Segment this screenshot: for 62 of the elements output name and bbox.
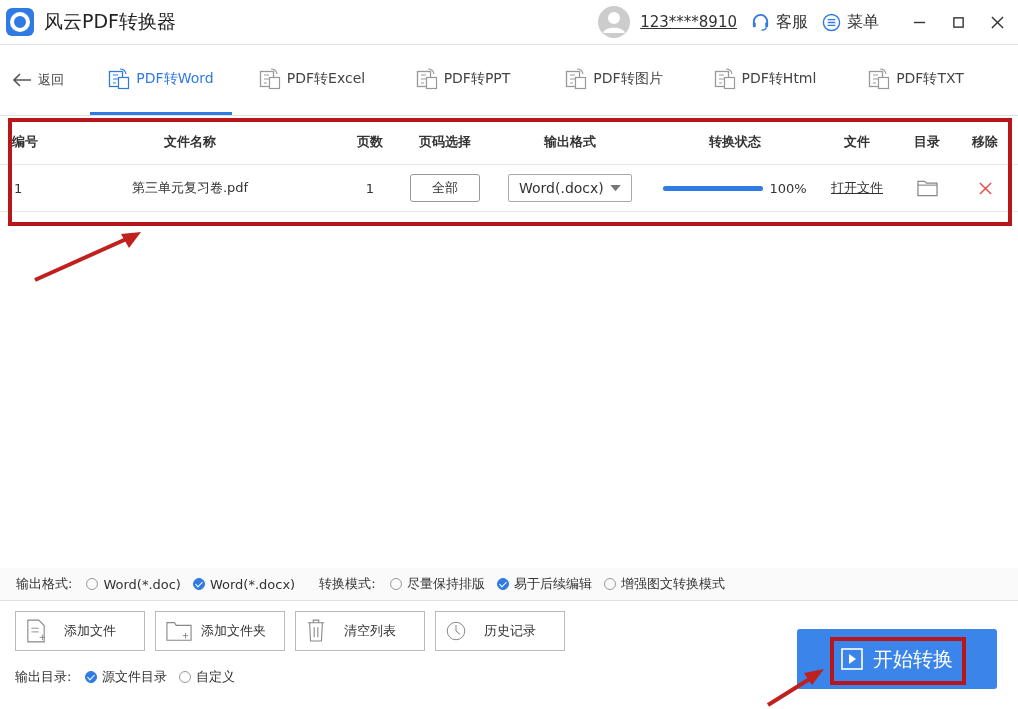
close-icon[interactable] — [991, 15, 1004, 29]
output-directory-label: 输出目录: — [15, 668, 72, 686]
headset-icon — [751, 12, 770, 32]
menu-icon — [822, 12, 841, 32]
back-button[interactable]: 返回 — [12, 45, 64, 115]
directory-radio[interactable]: 自定义 — [179, 668, 236, 686]
clock-icon — [446, 619, 466, 643]
option-radio[interactable]: 尽量保持排版 — [389, 575, 485, 593]
play-icon — [841, 648, 863, 670]
table-cell-text: 1 — [364, 180, 376, 196]
folder-icon[interactable] — [916, 179, 938, 197]
option-label: 输出格式: — [16, 575, 73, 593]
user-account-link[interactable]: 123****8910 — [640, 13, 737, 31]
table-cell-text: 第三单元复习卷.pdf — [130, 179, 250, 197]
open-file-link[interactable]: 打开文件 — [831, 179, 883, 197]
maximize-icon[interactable] — [952, 15, 965, 29]
conversion-tab[interactable]: PDF转Html — [694, 45, 836, 115]
back-arrow-icon — [12, 72, 32, 88]
document-icon — [108, 67, 131, 90]
column-header: 文件名称 — [163, 133, 217, 151]
format-dropdown[interactable]: Word(.docx) — [508, 174, 632, 202]
column-header: 移除 — [971, 133, 999, 151]
action-button[interactable]: 历史记录 — [435, 611, 565, 651]
document-icon — [713, 67, 736, 90]
conversion-tab[interactable]: PDF转Excel — [241, 45, 383, 115]
column-header: 页数 — [356, 133, 384, 151]
pointer-arrow — [766, 667, 826, 707]
app-title: 风云PDF转换器 — [44, 9, 177, 34]
column-header: 编号 — [11, 133, 39, 151]
option-radio[interactable]: 增强图文转换模式 — [603, 575, 725, 593]
remove-icon[interactable] — [978, 181, 992, 195]
trash-icon — [306, 619, 326, 643]
option-radio[interactable]: Word(*.docx) — [192, 576, 296, 592]
app-logo-icon — [6, 8, 34, 36]
document-icon — [258, 67, 281, 90]
conversion-tab[interactable]: PDF转图片 — [543, 45, 685, 115]
table-cell-text: 1 — [13, 180, 24, 196]
caret-icon — [610, 184, 621, 192]
add-folder-icon — [166, 619, 192, 643]
conversion-tab[interactable]: PDF转Word — [90, 45, 232, 115]
page-select-button[interactable]: 全部 — [410, 174, 480, 202]
document-icon — [415, 67, 438, 90]
column-header: 文件 — [843, 133, 871, 151]
option-radio[interactable]: Word(*.doc) — [86, 576, 181, 592]
action-button[interactable]: 添加文件夹 — [155, 611, 285, 651]
customer-service-link[interactable]: 客服 — [776, 11, 808, 33]
option-label: 转换模式: — [319, 575, 376, 593]
conversion-tab[interactable]: PDF转PPT — [392, 45, 534, 115]
document-icon — [868, 67, 891, 90]
column-header: 输出格式 — [543, 133, 597, 151]
option-radio[interactable]: 易于后续编辑 — [496, 575, 592, 593]
document-icon — [565, 67, 588, 90]
column-header: 转换状态 — [708, 133, 762, 151]
column-header: 页码选择 — [418, 133, 472, 151]
action-button[interactable]: 添加文件 — [15, 611, 145, 651]
menu-link[interactable]: 菜单 — [847, 11, 879, 33]
progress-text: 100% — [769, 180, 807, 196]
conversion-tab[interactable]: PDF转TXT — [845, 45, 987, 115]
action-button[interactable]: 清空列表 — [295, 611, 425, 651]
directory-radio[interactable]: 源文件目录 — [85, 668, 168, 686]
column-header: 目录 — [913, 133, 941, 151]
add-file-icon — [26, 619, 46, 643]
